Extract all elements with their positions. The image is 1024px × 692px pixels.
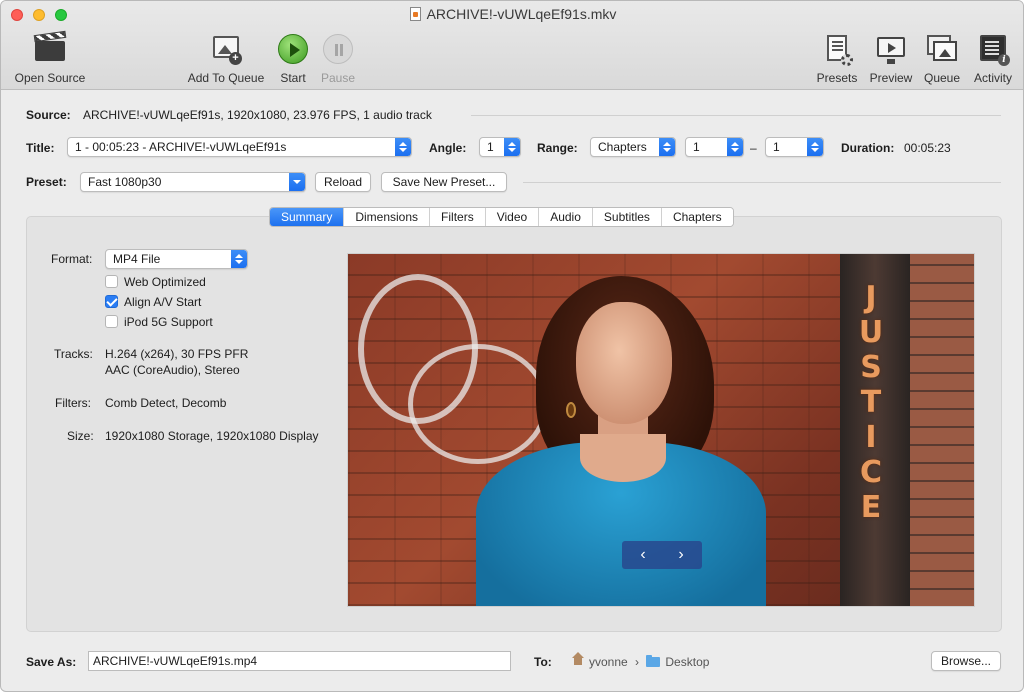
chevron-down-icon	[289, 173, 305, 191]
preview-navigation: ‹ ›	[622, 541, 702, 569]
angle-select[interactable]: 1	[479, 137, 521, 157]
chevron-updown-icon	[504, 138, 520, 156]
person-face	[576, 302, 672, 424]
person-neckline	[580, 434, 666, 482]
play-icon	[275, 31, 311, 67]
pause-icon	[320, 31, 356, 67]
chevron-updown-icon	[727, 138, 743, 156]
handbrake-window: ARCHIVE!-vUWLqeEf91s.mkv Open Source + A…	[0, 0, 1024, 692]
source-info: ARCHIVE!-vUWLqeEf91s, 1920x1080, 23.976 …	[83, 108, 432, 122]
tab-summary[interactable]: Summary	[270, 208, 345, 226]
format-select[interactable]: MP4 File	[105, 249, 248, 269]
duration-value: 00:05:23	[904, 141, 951, 155]
chevron-updown-icon	[395, 138, 411, 156]
separator	[471, 115, 1001, 116]
presets-button[interactable]: Presets	[813, 31, 861, 85]
save-new-preset-button[interactable]: Save New Preset...	[381, 172, 507, 192]
size-value: 1920x1080 Storage, 1920x1080 Display	[105, 429, 319, 443]
previous-frame-button[interactable]: ‹	[628, 541, 658, 569]
duration-label: Duration:	[841, 141, 895, 155]
next-frame-button[interactable]: ›	[666, 541, 696, 569]
document-icon	[409, 7, 421, 21]
align-av-label: Align A/V Start	[124, 295, 202, 309]
activity-button[interactable]: i Activity	[967, 31, 1019, 85]
save-as-field[interactable]: ARCHIVE!-vUWLqeEf91s.mp4	[88, 651, 511, 671]
tab-subtitles[interactable]: Subtitles	[592, 208, 662, 226]
save-as-label: Save As:	[26, 655, 77, 669]
graffiti-decoration	[408, 344, 548, 464]
background-wall	[910, 254, 974, 606]
chevron-updown-icon	[659, 138, 675, 156]
ipod-support-checkbox[interactable]	[105, 315, 118, 328]
tab-chapters[interactable]: Chapters	[661, 208, 733, 226]
preview-image[interactable]: JUSTICE ‹ ›	[347, 253, 975, 607]
ipod-support-label: iPod 5G Support	[124, 315, 213, 329]
add-to-queue-button[interactable]: + Add To Queue	[184, 31, 268, 85]
angle-label: Angle:	[429, 141, 467, 155]
chevron-updown-icon	[807, 138, 823, 156]
preview-button[interactable]: Preview	[867, 31, 915, 85]
web-optimized-checkbox[interactable]	[105, 275, 118, 288]
tracks-label: Tracks:	[54, 347, 93, 361]
tab-audio[interactable]: Audio	[539, 208, 593, 226]
justice-sign: JUSTICE	[858, 280, 884, 525]
reload-button[interactable]: Reload	[315, 172, 371, 192]
activity-log-icon: i	[975, 31, 1011, 67]
pause-button[interactable]: Pause	[319, 31, 357, 85]
queue-icon	[924, 31, 960, 67]
preset-label: Preset:	[26, 175, 67, 189]
range-label: Range:	[537, 141, 578, 155]
source-label: Source:	[26, 108, 71, 122]
range-end-select[interactable]: 1	[765, 137, 824, 157]
range-start-select[interactable]: 1	[685, 137, 744, 157]
web-optimized-label: Web Optimized	[124, 275, 206, 289]
toolbar: ARCHIVE!-vUWLqeEf91s.mkv Open Source + A…	[1, 1, 1023, 90]
queue-button[interactable]: Queue	[919, 31, 965, 85]
destination-path[interactable]: yvonne › Desktop	[572, 652, 709, 669]
browse-button[interactable]: Browse...	[931, 651, 1001, 671]
tab-video[interactable]: Video	[485, 208, 540, 226]
tracks-video: H.264 (x264), 30 FPS PFR	[105, 347, 249, 361]
size-label: Size:	[67, 429, 94, 443]
range-type-select[interactable]: Chapters	[590, 137, 676, 157]
separator	[523, 182, 1001, 183]
preset-select[interactable]: Fast 1080p30	[80, 172, 306, 192]
tracks-audio: AAC (CoreAudio), Stereo	[105, 363, 240, 377]
home-folder-icon	[572, 652, 584, 667]
open-source-button[interactable]: Open Source	[11, 30, 89, 85]
add-to-queue-icon: +	[208, 31, 244, 67]
tab-bar: Summary Dimensions Filters Video Audio S…	[269, 207, 734, 227]
preview-screen-icon	[873, 31, 909, 67]
folder-icon	[646, 655, 661, 667]
presets-icon	[819, 31, 855, 67]
title-select[interactable]: 1 - 00:05:23 - ARCHIVE!-vUWLqeEf91s	[67, 137, 412, 157]
window-title: ARCHIVE!-vUWLqeEf91s.mkv	[1, 6, 1023, 22]
range-dash: –	[750, 141, 757, 155]
filters-label: Filters:	[55, 396, 91, 410]
earring	[566, 402, 576, 418]
clapperboard-icon	[32, 30, 68, 67]
start-button[interactable]: Start	[275, 31, 311, 85]
align-av-checkbox[interactable]	[105, 295, 118, 308]
format-label: Format:	[51, 252, 93, 266]
tab-filters[interactable]: Filters	[430, 208, 486, 226]
title-label: Title:	[26, 141, 55, 155]
filters-value: Comb Detect, Decomb	[105, 396, 227, 410]
chevron-updown-icon	[231, 250, 247, 268]
to-label: To:	[534, 655, 552, 669]
tab-dimensions[interactable]: Dimensions	[344, 208, 431, 226]
